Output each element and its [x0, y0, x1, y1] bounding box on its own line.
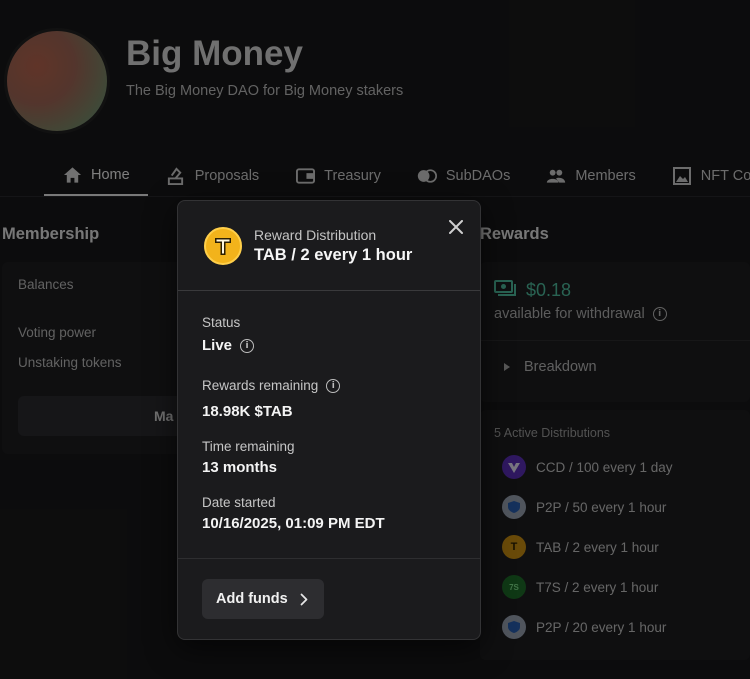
- modal-footer-divider: [178, 558, 480, 559]
- rewards-remaining-row: Rewards remaining i: [202, 378, 341, 393]
- tab-token-icon: [204, 227, 242, 265]
- rewards-remaining-value: 18.98K $TAB: [202, 403, 293, 420]
- add-funds-button[interactable]: Add funds: [202, 579, 324, 619]
- close-icon[interactable]: [444, 215, 468, 239]
- reward-distribution-modal: Reward Distribution TAB / 2 every 1 hour…: [177, 200, 481, 640]
- chevron-right-icon: [300, 593, 308, 606]
- rewards-remaining-label: Rewards remaining: [202, 378, 319, 393]
- status-value-row: Live i: [202, 337, 255, 354]
- status-value: Live: [202, 337, 233, 354]
- modal-title: TAB / 2 every 1 hour: [254, 246, 413, 264]
- info-icon[interactable]: i: [240, 338, 255, 353]
- add-funds-label: Add funds: [216, 591, 288, 607]
- info-icon[interactable]: i: [326, 378, 341, 393]
- status-label: Status: [202, 315, 241, 330]
- modal-kicker: Reward Distribution: [254, 227, 377, 243]
- modal-divider: [178, 290, 480, 291]
- time-remaining-label: Time remaining: [202, 439, 295, 454]
- date-started-label: Date started: [202, 495, 276, 510]
- date-started-value: 10/16/2025, 01:09 PM EDT: [202, 515, 385, 532]
- time-remaining-value: 13 months: [202, 459, 278, 476]
